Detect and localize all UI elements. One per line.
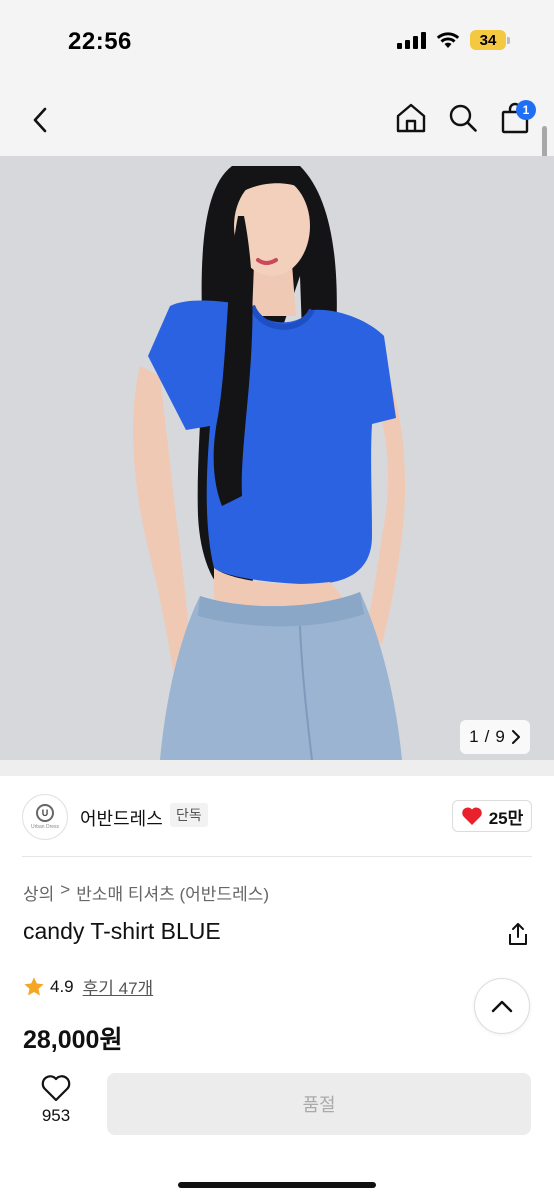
image-total: 9 <box>495 727 505 746</box>
soldout-button[interactable]: 품절 <box>107 1073 531 1135</box>
home-indicator <box>178 1182 376 1188</box>
share-icon <box>509 923 527 945</box>
heart-outline-icon <box>41 1075 71 1102</box>
shop-row: U Urban Dress 어반드레스 단독 25만 <box>0 776 554 856</box>
product-image[interactable]: 1 / 9 <box>0 156 554 760</box>
shop-logo-text: Urban Dress <box>30 824 60 830</box>
image-counter[interactable]: 1 / 9 <box>460 720 530 754</box>
product-title: candy T-shirt BLUE <box>23 918 221 944</box>
status-icons: 34 <box>397 30 510 50</box>
image-current: 1 <box>469 727 479 746</box>
home-button[interactable] <box>394 98 428 138</box>
home-icon <box>396 103 426 133</box>
search-button[interactable] <box>446 98 480 138</box>
exclusive-badge: 단독 <box>170 803 208 827</box>
breadcrumb-subcategory[interactable]: 반소매 티셔츠 (어반드레스) <box>76 880 269 905</box>
share-button[interactable] <box>504 920 532 948</box>
breadcrumb-separator: > <box>60 880 71 899</box>
heart-filled-icon <box>461 807 482 825</box>
divider <box>22 856 532 857</box>
chevron-left-icon <box>33 107 47 133</box>
status-bar: 22:56 34 <box>0 0 554 84</box>
cart-button[interactable]: 1 <box>498 98 536 138</box>
search-icon <box>449 104 477 132</box>
shop-logo[interactable]: U Urban Dress <box>22 794 68 840</box>
wifi-icon <box>436 32 460 48</box>
product-photo <box>0 156 554 760</box>
shop-like-count: 25만 <box>488 808 524 828</box>
status-time: 22:56 <box>68 28 132 55</box>
rating-score: 4.9 <box>50 976 74 996</box>
battery-level: 34 <box>470 30 506 50</box>
chevron-up-icon <box>491 1000 513 1013</box>
rating-row: 4.9 후기 47개 <box>23 974 153 999</box>
shop-name[interactable]: 어반드레스 <box>80 805 163 831</box>
wishlist-button[interactable]: 953 <box>28 1074 84 1134</box>
battery-icon: 34 <box>470 30 510 50</box>
product-price: 28,000원 <box>23 1026 123 1054</box>
nav-actions: 1 <box>394 98 536 138</box>
image-separator: / <box>484 727 490 746</box>
top-nav-bar: 1 <box>0 84 554 156</box>
wishlist-count: 953 <box>41 1106 71 1125</box>
breadcrumb: 상의 > 반소매 티셔츠 (어반드레스) <box>23 880 269 905</box>
cart-badge: 1 <box>516 100 536 120</box>
shop-like-button[interactable]: 25만 <box>452 800 532 832</box>
review-link[interactable]: 후기 47개 <box>83 974 154 999</box>
breadcrumb-category[interactable]: 상의 <box>23 880 54 905</box>
back-button[interactable] <box>22 100 58 140</box>
section-gap <box>0 760 554 776</box>
shop-logo-mark: U <box>36 804 54 822</box>
chevron-right-icon <box>511 730 520 744</box>
signal-icon <box>397 31 426 49</box>
scroll-top-button[interactable] <box>474 978 530 1034</box>
star-icon <box>24 976 44 996</box>
